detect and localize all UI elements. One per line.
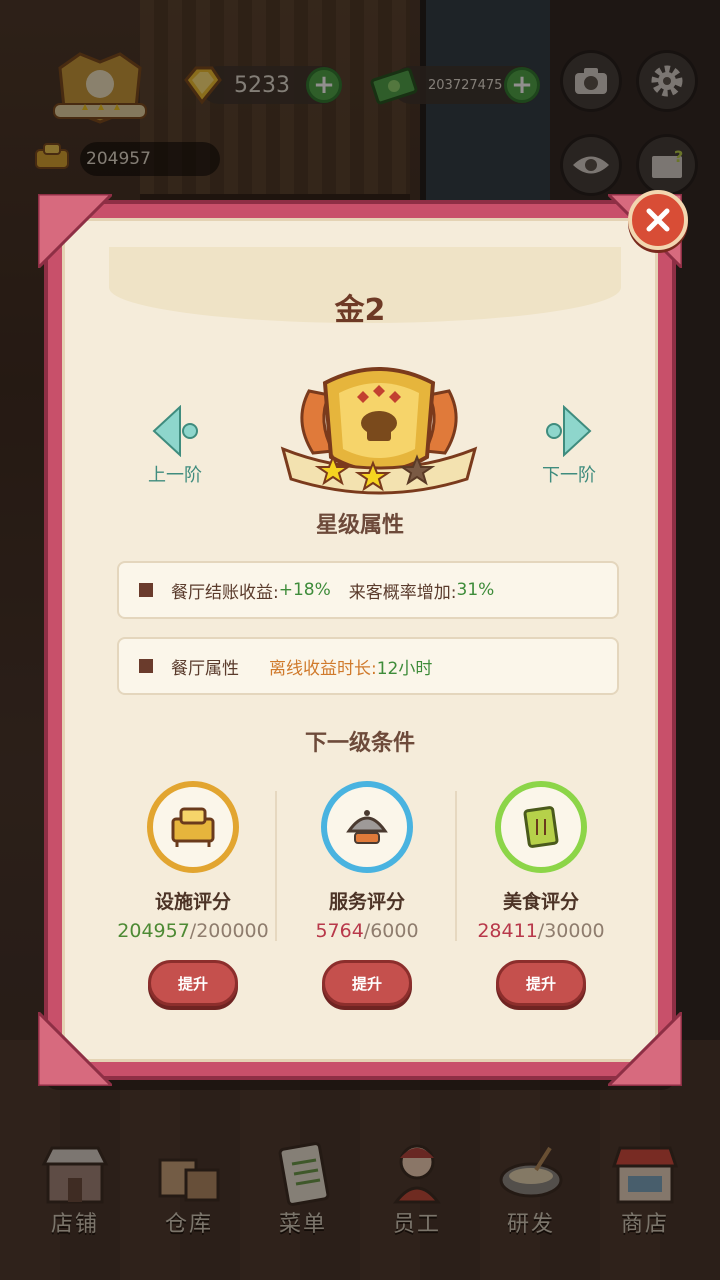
close-icon [646, 208, 670, 232]
offline-income-label: 离线收益时长: [269, 658, 377, 679]
service-score-label: 服务评分 [328, 891, 405, 913]
rank-title: 金2 [334, 293, 386, 328]
facility-score-condition: 设施评分 204957/200000 提升 [107, 781, 279, 1021]
corner-ornament-icon [38, 1012, 112, 1086]
arrow-left-icon [152, 405, 198, 457]
food-score-label: 美食评分 [502, 891, 579, 913]
service-ring [321, 781, 413, 873]
checkout-income-label: 餐厅结账收益: [171, 582, 279, 603]
next-rank-button[interactable]: 下一阶 [529, 405, 609, 495]
bullet-icon [139, 583, 153, 597]
restaurant-attr-label: 餐厅属性 [171, 658, 239, 679]
service-cloche-icon [346, 810, 388, 844]
facility-score-progress: 204957/200000 [117, 920, 268, 942]
service-score-condition: 服务评分 5764/6000 提升 [281, 781, 453, 1021]
income-attributes-row: 餐厅结账收益: +18% 来客概率增加: 31% [117, 561, 619, 619]
facility-score-required: /200000 [189, 920, 269, 942]
upgrade-service-button[interactable]: 提升 [322, 960, 412, 1006]
checkout-income-value: +18% [278, 580, 331, 600]
star-attributes-heading: 星级属性 [315, 513, 404, 538]
facility-ring [147, 781, 239, 873]
food-score-current: 28411 [477, 920, 538, 942]
food-score-required: /30000 [537, 920, 605, 942]
visitor-chance-value: 31% [456, 580, 495, 600]
next-level-heading: 下一级条件 [304, 731, 415, 756]
upgrade-food-button[interactable]: 提升 [496, 960, 586, 1006]
service-score-current: 5764 [315, 920, 364, 942]
rank-badge-icon [280, 367, 478, 495]
visitor-chance-label: 来客概率增加: [348, 582, 457, 603]
corner-ornament-icon [38, 194, 112, 268]
arrow-right-icon [546, 405, 592, 457]
food-ring [495, 781, 587, 873]
facility-icon [171, 807, 215, 847]
previous-rank-button[interactable]: 上一阶 [135, 405, 215, 495]
food-score-progress: 28411/30000 [477, 920, 604, 942]
previous-rank-label: 上一阶 [148, 465, 202, 486]
restaurant-rank-dialog: 金2 上一阶 下一阶 星级属性 餐厅结账收益: +18% 来客概率增加: 31%… [38, 194, 682, 1086]
service-score-required: /6000 [363, 920, 419, 942]
food-score-condition: 美食评分 28411/30000 提升 [455, 781, 627, 1021]
service-score-progress: 5764/6000 [315, 920, 418, 942]
next-rank-label: 下一阶 [542, 465, 596, 486]
recipe-book-icon [523, 806, 559, 848]
offline-income-value: 12小时 [376, 658, 433, 679]
facility-score-current: 204957 [117, 920, 190, 942]
bullet-icon [139, 659, 153, 673]
facility-score-label: 设施评分 [154, 891, 231, 913]
close-button[interactable] [628, 190, 688, 250]
upgrade-facility-button[interactable]: 提升 [148, 960, 238, 1006]
corner-ornament-icon [608, 1012, 682, 1086]
restaurant-attributes-row: 餐厅属性 离线收益时长: 12小时 [117, 637, 619, 695]
dialog-panel: 金2 上一阶 下一阶 星级属性 餐厅结账收益: +18% 来客概率增加: 31%… [62, 218, 658, 1062]
